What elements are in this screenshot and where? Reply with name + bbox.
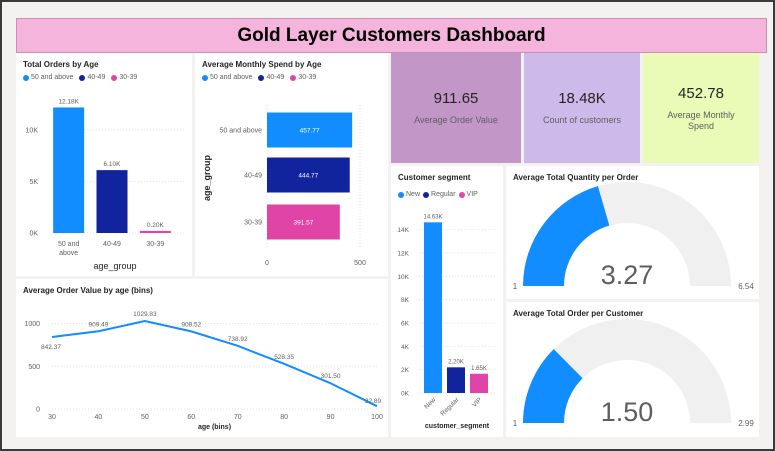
x-axis-title: age (bins) bbox=[198, 424, 231, 431]
quantity-gauge: 3.27 1 6.54 bbox=[513, 182, 754, 291]
monthly-spend-chart: 0 500 457.77 50 and above 444.77 40-49 391.57 3… bbox=[202, 105, 366, 267]
order-value-line-chart: 0 500 1000 30 40 50 60 70 80 90 100 842.37 909.49 102… bbox=[24, 311, 383, 431]
bar bbox=[139, 230, 171, 233]
kpi-label: Average Order Value bbox=[414, 115, 498, 125]
data-label: 32.89 bbox=[365, 398, 382, 405]
y-tick-label: 8K bbox=[401, 297, 410, 304]
gauge-value: 1.50 bbox=[601, 397, 654, 427]
x-tick-label: 40 bbox=[95, 414, 103, 421]
x-tick-label: New bbox=[423, 396, 437, 410]
data-label: 12.18K bbox=[58, 98, 79, 105]
y-tick-label: 10K bbox=[26, 127, 39, 134]
x-tick-label: 70 bbox=[234, 414, 242, 421]
series-line bbox=[51, 319, 378, 408]
quantity-gauge-card[interactable]: Average Total Quantity per Order 3.27 1 6.… bbox=[506, 166, 759, 299]
monthly-spend-card[interactable]: Average Monthly Spend by Age 50 and abov… bbox=[195, 53, 388, 276]
dashboard-frame: Gold Layer Customers Dashboard Total Ord… bbox=[0, 0, 775, 451]
x-tick-label: 100 bbox=[371, 414, 383, 421]
y-tick-label: 14K bbox=[397, 227, 409, 234]
customer-segment-chart: 0K 2K 4K 6K 8K 10K 12K 14K 14.63K New 2.20K Regular… bbox=[397, 214, 495, 430]
gauge-min-label: 1 bbox=[513, 282, 518, 291]
data-label: 842.37 bbox=[41, 344, 61, 351]
y-tick-label: 1000 bbox=[24, 321, 40, 328]
orders-per-customer-gauge-card[interactable]: Average Total Order per Customer 1.50 1 2.… bbox=[506, 302, 759, 437]
x-tick-label: 50 and bbox=[58, 241, 80, 248]
total-orders-chart: 0K 5K 10K 12.18K 50 and above 6.10K 40-49 0.20K 3… bbox=[26, 98, 184, 271]
kpi-label: Average Monthly Spend bbox=[667, 109, 735, 131]
data-label: 2.20K bbox=[448, 359, 464, 365]
dashboard-title-bar: Gold Layer Customers Dashboard bbox=[16, 18, 767, 53]
y-tick-label: 10K bbox=[397, 274, 409, 281]
data-label: 457.77 bbox=[300, 128, 320, 135]
y-tick-label: 2K bbox=[401, 367, 410, 374]
y-tick-label: 50 and above bbox=[220, 128, 263, 135]
y-tick-label: 12K bbox=[397, 251, 409, 258]
data-label: 1029.83 bbox=[133, 311, 157, 318]
x-axis-title: customer_segment bbox=[425, 423, 490, 430]
x-tick-label: Regular bbox=[439, 396, 461, 418]
orders-per-customer-gauge: 1.50 1 2.99 bbox=[513, 319, 754, 428]
y-tick-label: 30-39 bbox=[244, 220, 262, 227]
dashboard-title: Gold Layer Customers Dashboard bbox=[237, 24, 546, 46]
x-tick-label: above bbox=[59, 250, 78, 257]
kpi-label: Count of customers bbox=[542, 115, 622, 125]
y-tick-label: 6K bbox=[401, 321, 410, 328]
y-tick-label: 40-49 bbox=[244, 173, 262, 180]
x-tick-label: 30 bbox=[48, 414, 56, 421]
y-tick-label: 500 bbox=[28, 364, 40, 371]
data-label: 1.65K bbox=[471, 366, 487, 372]
bar bbox=[424, 222, 442, 393]
data-label: 909.49 bbox=[88, 321, 108, 328]
x-tick-label: 500 bbox=[354, 260, 366, 267]
gauge-max-label: 6.54 bbox=[738, 282, 754, 291]
gauge-value: 3.27 bbox=[601, 260, 654, 290]
x-tick-label: 40-49 bbox=[103, 241, 121, 248]
bar bbox=[53, 107, 85, 233]
y-tick-label: 0K bbox=[29, 231, 38, 238]
x-axis-title: age_group bbox=[93, 261, 136, 271]
x-tick-label: VIP bbox=[471, 396, 483, 408]
y-tick-label: 4K bbox=[401, 344, 410, 351]
gauge-fill bbox=[523, 186, 610, 286]
order-value-line-card[interactable]: Average Order Value by age (bins) 0 500 10… bbox=[16, 279, 388, 437]
y-tick-label: 0 bbox=[36, 407, 40, 414]
data-label: 444.77 bbox=[298, 173, 318, 180]
x-tick-label: 60 bbox=[187, 414, 195, 421]
x-tick-label: 80 bbox=[280, 414, 288, 421]
data-label: 391.57 bbox=[293, 220, 313, 227]
y-axis-title: age_group bbox=[202, 154, 212, 201]
gauge-max-label: 2.99 bbox=[738, 419, 754, 428]
kpi-value: 911.65 bbox=[433, 90, 479, 107]
bar bbox=[470, 373, 488, 393]
customer-segment-card[interactable]: Customer segment New Regular VIP 0K 2K 4K 6… bbox=[391, 166, 503, 437]
gauge-min-label: 1 bbox=[513, 419, 518, 428]
kpi-average-order-value[interactable]: 911.65 Average Order Value bbox=[391, 53, 521, 163]
kpi-value: 18.48K bbox=[558, 90, 606, 107]
x-tick-label: 90 bbox=[327, 414, 335, 421]
data-label: 6.10K bbox=[104, 161, 122, 168]
x-tick-label: 0 bbox=[265, 260, 269, 267]
data-label: 738.92 bbox=[228, 336, 248, 343]
data-label: 301.50 bbox=[321, 373, 341, 380]
y-tick-label: 0K bbox=[401, 391, 410, 398]
data-label: 908.52 bbox=[181, 321, 201, 328]
data-label: 0.20K bbox=[147, 222, 165, 229]
y-tick-label: 5K bbox=[29, 179, 38, 186]
data-label: 528.35 bbox=[274, 354, 294, 361]
bar bbox=[447, 367, 465, 393]
kpi-count-of-customers[interactable]: 18.48K Count of customers bbox=[524, 53, 640, 163]
bar bbox=[96, 170, 128, 233]
kpi-value: 452.78 bbox=[678, 84, 724, 102]
x-tick-label: 30-39 bbox=[146, 241, 164, 248]
x-tick-label: 50 bbox=[141, 414, 149, 421]
kpi-average-monthly-spend[interactable]: 452.78 Average Monthly Spend bbox=[643, 53, 759, 163]
total-orders-card[interactable]: Total Orders by Age 50 and above 40-49 3… bbox=[16, 53, 192, 276]
data-label: 14.63K bbox=[423, 214, 442, 220]
